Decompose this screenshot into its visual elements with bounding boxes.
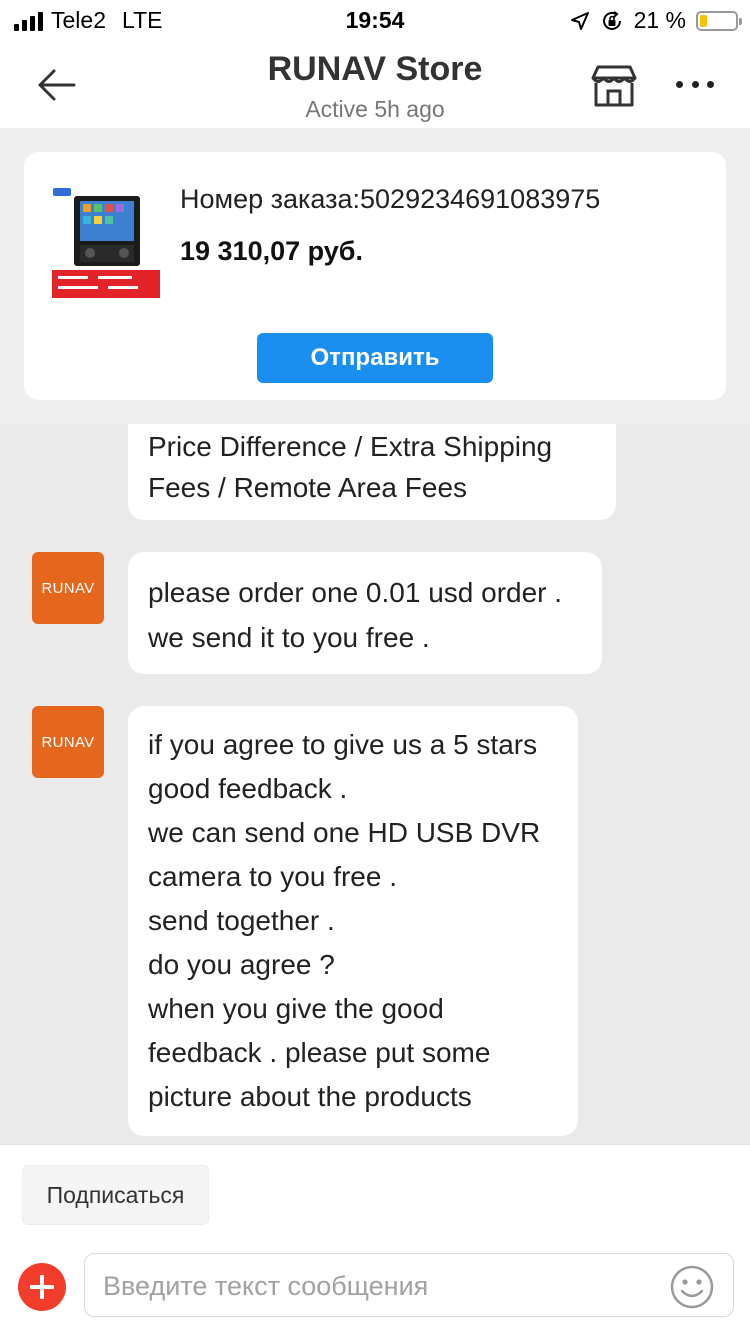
more-icon[interactable] bbox=[676, 76, 714, 92]
plus-icon[interactable] bbox=[18, 1263, 66, 1311]
status-bar: Tele2 LTE 19:54 21 % bbox=[0, 0, 750, 40]
message-field[interactable] bbox=[84, 1253, 734, 1317]
avatar[interactable]: RUNAV bbox=[32, 706, 104, 778]
message-line: camera to you free . bbox=[148, 861, 398, 892]
message-bubble: if you agree to give us a 5 stars good f… bbox=[128, 706, 578, 1136]
send-order-button[interactable]: Отправить bbox=[257, 333, 493, 383]
message-line: send together . bbox=[148, 905, 335, 936]
status-bar-right: 21 % bbox=[570, 7, 742, 34]
message-line: do you agree ? bbox=[148, 949, 335, 980]
store-icon[interactable] bbox=[590, 64, 638, 108]
emoji-icon[interactable] bbox=[669, 1264, 715, 1310]
message-line: if you agree to give us a 5 stars bbox=[148, 729, 538, 760]
message-bubble: please order one 0.01 usd order . we sen… bbox=[128, 552, 602, 674]
message-line: feedback . please put some bbox=[148, 1037, 491, 1068]
message-line: when you give the good bbox=[148, 993, 444, 1024]
message-line: picture about the products bbox=[148, 1081, 472, 1112]
chat-messages[interactable]: Price Difference / Extra Shipping Fees /… bbox=[0, 424, 750, 1144]
message-line: we send it to you free . bbox=[148, 622, 430, 653]
product-thumbnail[interactable] bbox=[52, 186, 160, 298]
message-line: we can send one HD USB DVR bbox=[148, 817, 541, 848]
battery-level bbox=[700, 14, 708, 27]
orientation-lock-icon bbox=[602, 10, 621, 30]
message-bubble: Price Difference / Extra Shipping Fees /… bbox=[128, 424, 616, 520]
order-card[interactable]: Номер заказа:5029234691083975 19 310,07 … bbox=[24, 152, 726, 400]
order-area: Номер заказа:5029234691083975 19 310,07 … bbox=[0, 128, 750, 424]
subscribe-button[interactable]: Подписаться bbox=[22, 1165, 209, 1225]
composer-bar: Подписаться bbox=[0, 1144, 750, 1334]
location-icon bbox=[570, 11, 589, 30]
order-number: Номер заказа:5029234691083975 bbox=[180, 184, 601, 214]
message-line: Fees / Remote Area Fees bbox=[148, 472, 468, 503]
message-line: please order one 0.01 usd order . bbox=[148, 577, 563, 608]
message-input[interactable] bbox=[103, 1264, 663, 1308]
order-price: 19 310,07 руб. bbox=[180, 236, 363, 266]
battery-icon bbox=[696, 10, 742, 31]
battery-percent: 21 % bbox=[633, 7, 686, 33]
chat-header: RUNAV Store Active 5h ago bbox=[0, 40, 750, 128]
message-line: good feedback . bbox=[148, 773, 348, 804]
avatar[interactable]: RUNAV bbox=[32, 552, 104, 624]
message-line: Price Difference / Extra Shipping bbox=[148, 431, 553, 462]
